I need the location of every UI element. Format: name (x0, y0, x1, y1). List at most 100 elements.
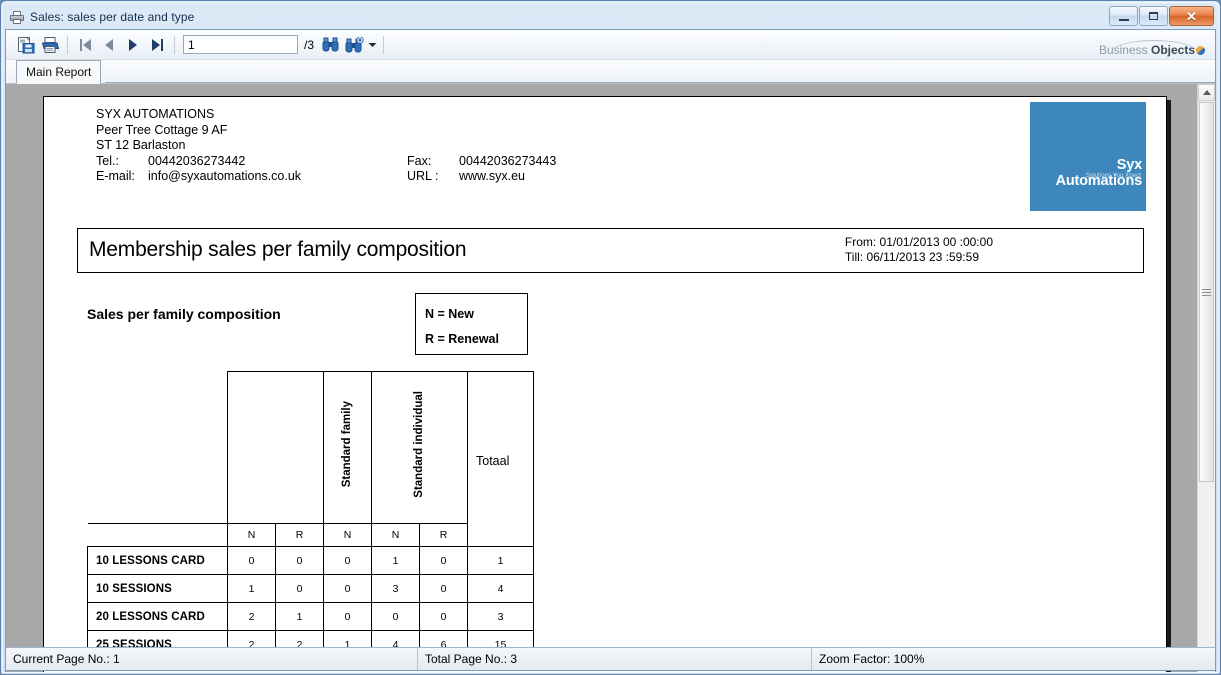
report-title-box: Membership sales per family composition … (77, 228, 1144, 273)
report-tab-strip: Main Report (6, 60, 1215, 84)
row-cell: 0 (228, 547, 276, 575)
row-cell: 2 (228, 603, 276, 631)
toolbar-separator-2 (174, 36, 175, 54)
vertical-scrollbar[interactable] (1197, 84, 1215, 672)
header-group-standard-family-label: Standard family (342, 401, 354, 487)
previous-page-button[interactable] (97, 33, 121, 57)
row-total: 1 (468, 547, 534, 575)
row-label: 10 LESSONS CARD (88, 547, 228, 575)
legend-new: N = New (425, 307, 474, 321)
business-objects-branding: Business Objects (1099, 43, 1205, 57)
row-cell: 0 (420, 547, 468, 575)
row-cell: 0 (420, 575, 468, 603)
minimize-button[interactable] (1109, 6, 1138, 26)
company-address-line-1: Peer Tree Cottage 9 AF (96, 123, 301, 139)
tel-value: 00442036273442 (148, 154, 245, 168)
chevron-down-icon (368, 42, 377, 48)
brand-globe-icon (1196, 46, 1205, 55)
scrollbar-grip-icon (1202, 287, 1211, 298)
row-cell: 0 (324, 603, 372, 631)
total-pages-label: /3 (304, 38, 314, 52)
print-icon (41, 36, 60, 54)
url-row: URL :www.syx.eu (407, 169, 525, 185)
url-label: URL : (407, 169, 459, 185)
fax-row: Fax:00442036273443 (407, 154, 556, 170)
search-expert-dropdown-button[interactable] (366, 33, 378, 57)
url-value: www.syx.eu (459, 169, 525, 183)
viewer-toolbar: /3 (6, 30, 1215, 60)
next-page-button[interactable] (121, 33, 145, 57)
email-label: E-mail: (96, 169, 148, 185)
date-till: Till: 06/11/2013 23 :59:59 (845, 250, 993, 265)
print-report-button[interactable] (38, 33, 62, 57)
printer-icon (9, 9, 25, 25)
last-page-arrow-icon (152, 39, 160, 51)
sub-header-col-5: R (420, 524, 468, 547)
scrollbar-thumb[interactable] (1199, 102, 1214, 482)
row-cell: 1 (276, 603, 324, 631)
first-page-arrow-icon (83, 39, 91, 51)
window-controls: ✕ (1109, 6, 1214, 26)
report-date-range: From: 01/01/2013 00 :00:00 Till: 06/11/2… (845, 235, 993, 265)
tab-strip-filler (105, 60, 1215, 83)
find-text-button[interactable] (318, 33, 342, 57)
page-number-input[interactable] (183, 35, 298, 54)
row-cell: 0 (276, 575, 324, 603)
report-page: SYX AUTOMATIONS Peer Tree Cottage 9 AF S… (43, 96, 1167, 672)
last-page-bar-icon (161, 39, 163, 51)
row-label: 10 SESSIONS (88, 575, 228, 603)
row-label: 20 LESSONS CARD (88, 603, 228, 631)
status-total-page: Total Page No.: 3 (417, 648, 811, 670)
fax-value: 00442036273443 (459, 154, 556, 168)
header-group-blank (228, 372, 324, 524)
row-cell: 0 (420, 603, 468, 631)
tab-label: Main Report (26, 65, 91, 79)
search-expert-button[interactable] (342, 33, 366, 57)
sales-data-table: Standard family Standard individual Tota… (87, 371, 534, 659)
section-title: Sales per family composition (87, 306, 281, 322)
client-area: /3 (5, 29, 1216, 672)
maximize-button[interactable] (1139, 6, 1168, 26)
header-total: Totaal (468, 372, 534, 547)
row-cell: 0 (276, 547, 324, 575)
header-group-standard-individual: Standard individual (372, 372, 468, 524)
row-cell: 3 (372, 575, 420, 603)
close-icon: ✕ (1186, 10, 1197, 23)
table-header: Standard family Standard individual Tota… (88, 372, 534, 547)
company-tel-row: Tel.:00442036273442 Fax:00442036273443 (96, 154, 301, 170)
row-cell: 1 (228, 575, 276, 603)
table-row: 10 SESSIONS 1 0 0 3 0 4 (88, 575, 534, 603)
sub-header-col-1: N (228, 524, 276, 547)
tab-main-report[interactable]: Main Report (16, 60, 101, 84)
export-report-button[interactable] (14, 33, 38, 57)
table-group-header-row: Standard family Standard individual Tota… (88, 372, 534, 524)
report-title: Membership sales per family composition (89, 238, 466, 262)
last-page-button[interactable] (145, 33, 169, 57)
table-sub-header-row: N R N N R (88, 524, 534, 547)
first-page-button[interactable] (73, 33, 97, 57)
company-info-block: SYX AUTOMATIONS Peer Tree Cottage 9 AF S… (96, 107, 301, 185)
fax-label: Fax: (407, 154, 459, 170)
close-button[interactable]: ✕ (1169, 6, 1214, 26)
binoculars-plus-icon (345, 37, 364, 53)
export-disk-icon (17, 36, 35, 54)
title-bar: Sales: sales per date and type ✕ (5, 5, 1216, 29)
next-page-arrow-icon (129, 39, 137, 51)
report-viewer-window: Sales: sales per date and type ✕ (0, 0, 1221, 675)
date-from: From: 01/01/2013 00 :00:00 (845, 235, 993, 250)
logo-tagline: Solutions You Xpect (1030, 173, 1141, 179)
report-scroll-area: SYX AUTOMATIONS Peer Tree Cottage 9 AF S… (6, 84, 1197, 672)
report-viewport: SYX AUTOMATIONS Peer Tree Cottage 9 AF S… (6, 84, 1215, 672)
status-current-page: Current Page No.: 1 (6, 648, 417, 670)
scroll-up-button[interactable] (1198, 84, 1215, 101)
row-cell: 0 (324, 575, 372, 603)
scroll-up-icon (1203, 90, 1211, 95)
previous-page-arrow-icon (105, 39, 113, 51)
table-body: 10 LESSONS CARD 0 0 0 1 0 1 10 SESSIONS … (88, 547, 534, 659)
sub-header-row-label-spacer (88, 524, 228, 547)
company-address-line-2: ST 12 Barlaston (96, 138, 301, 154)
header-group-standard-individual-label: Standard individual (414, 391, 426, 498)
table-row: 20 LESSONS CARD 2 1 0 0 0 3 (88, 603, 534, 631)
header-group-standard-family: Standard family (324, 372, 372, 524)
sub-header-col-3: N (324, 524, 372, 547)
